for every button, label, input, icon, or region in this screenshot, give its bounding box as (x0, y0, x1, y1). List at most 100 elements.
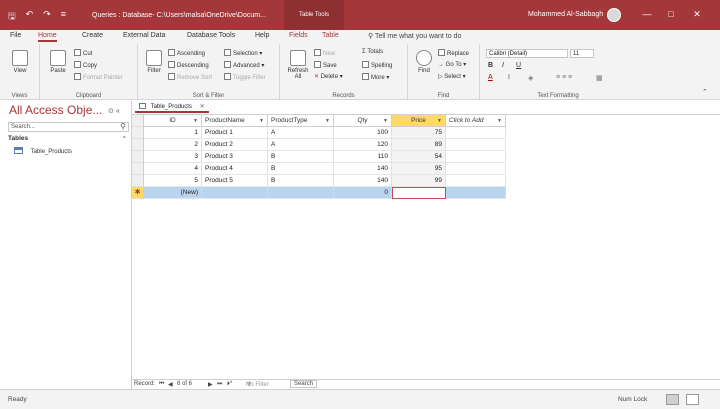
cell-qty[interactable]: 140 (334, 175, 392, 187)
save-record-button[interactable]: Save (314, 61, 337, 69)
cell-click-to-add[interactable] (446, 187, 506, 199)
cell-id[interactable]: (New) (144, 187, 202, 199)
column-header-productname[interactable]: ProductName ▼ (202, 115, 268, 127)
font-color-button[interactable]: A (488, 74, 493, 81)
tab-table[interactable]: Table (322, 32, 339, 39)
column-header-qty[interactable]: Qty ▼ (334, 115, 392, 127)
cell-productname[interactable]: Product 1 (202, 127, 268, 139)
new-record-indicator[interactable]: ✱ (132, 187, 144, 199)
cell-producttype[interactable] (268, 187, 334, 199)
collapse-section-icon[interactable]: ⌃ (122, 135, 127, 143)
tab-external-data[interactable]: External Data (123, 32, 165, 39)
delete-button[interactable]: ✕ Delete ▾ (314, 73, 343, 80)
selection-button[interactable]: Selection ▾ (224, 49, 262, 57)
chevron-down-icon[interactable]: ▼ (437, 115, 442, 126)
tab-create[interactable]: Create (82, 32, 103, 39)
nav-pane-title[interactable]: All Access Obje... (9, 103, 102, 117)
cell-productname[interactable]: Product 3 (202, 151, 268, 163)
chevron-down-icon[interactable]: ⊙ (108, 108, 114, 115)
cell-price[interactable]: 54 (392, 151, 446, 163)
redo-icon[interactable]: ↷ (43, 9, 51, 25)
tab-database-tools[interactable]: Database Tools (187, 32, 235, 39)
format-painter-button[interactable]: Format Painter (74, 73, 123, 81)
cell-click-to-add[interactable] (446, 175, 506, 187)
descending-button[interactable]: Descending (168, 61, 209, 69)
chevron-down-icon[interactable]: ▼ (497, 115, 502, 126)
cell-id[interactable]: 5 (144, 175, 202, 187)
tab-fields[interactable]: Fields (289, 32, 308, 39)
filter-button[interactable]: Filter (142, 50, 166, 74)
totals-button[interactable]: Σ Totals (362, 49, 383, 55)
tab-home[interactable]: Home (38, 32, 57, 42)
cell-producttype[interactable]: B (268, 175, 334, 187)
align-buttons[interactable]: ≡ ≡ ≡ (556, 74, 572, 81)
tell-me-box[interactable]: ⚲ Tell me what you want to do (368, 32, 461, 40)
view-button[interactable]: View (6, 50, 34, 74)
font-size-select[interactable]: 11 (570, 49, 594, 58)
column-header-price[interactable]: Price ▼ (392, 115, 446, 127)
design-view-icon[interactable] (686, 394, 699, 405)
chevron-down-icon[interactable]: ▼ (259, 115, 264, 126)
record-selector[interactable] (132, 163, 144, 175)
record-selector[interactable] (132, 151, 144, 163)
find-button[interactable]: Find (412, 50, 436, 74)
more-button[interactable]: More ▾ (362, 73, 389, 81)
toggle-filter-button[interactable]: Toggle Filter (224, 73, 266, 81)
last-record-button[interactable]: ⏭ (217, 381, 222, 388)
cell-qty[interactable]: 140 (334, 163, 392, 175)
record-selector[interactable] (132, 127, 144, 139)
bold-button[interactable]: B (488, 62, 493, 69)
cell-id[interactable]: 4 (144, 163, 202, 175)
chevron-down-icon[interactable]: ▼ (383, 115, 388, 126)
undo-icon[interactable]: ↶ (26, 9, 34, 25)
save-icon[interactable]: 🖫 (8, 9, 16, 25)
cell-productname[interactable]: Product 5 (202, 175, 268, 187)
cell-producttype[interactable]: B (268, 151, 334, 163)
column-header-producttype[interactable]: ProductType ▼ (268, 115, 334, 127)
cell-price[interactable]: 75 (392, 127, 446, 139)
tab-table-products[interactable]: Table_Products ✕ (135, 102, 209, 113)
datasheet-view-icon[interactable] (666, 394, 679, 405)
nav-search-input[interactable]: Search... ⚲ (8, 122, 129, 132)
new-record-button[interactable]: New (314, 49, 335, 57)
gridlines-button[interactable]: ▦ (596, 74, 603, 82)
cut-button[interactable]: Cut (74, 49, 92, 57)
cell-price-active[interactable] (392, 187, 446, 199)
cell-click-to-add[interactable] (446, 127, 506, 139)
minimize-button[interactable]: — (640, 9, 654, 19)
cell-price[interactable]: 95 (392, 163, 446, 175)
cell-click-to-add[interactable] (446, 163, 506, 175)
column-header-id[interactable]: ID ▼ (144, 115, 202, 127)
cell-productname[interactable]: Product 4 (202, 163, 268, 175)
underline-button[interactable]: U (516, 62, 521, 69)
cell-id[interactable]: 3 (144, 151, 202, 163)
column-header-click-to-add[interactable]: Click to Add ▼ (446, 115, 506, 127)
record-selector[interactable] (132, 139, 144, 151)
first-record-button[interactable]: ⏮ (159, 381, 164, 388)
cell-price[interactable]: 99 (392, 175, 446, 187)
select-button[interactable]: ▷ Select ▾ (438, 73, 466, 80)
cell-id[interactable]: 1 (144, 127, 202, 139)
refresh-all-button[interactable]: Refresh All (286, 50, 310, 80)
cell-producttype[interactable]: B (268, 163, 334, 175)
cell-click-to-add[interactable] (446, 139, 506, 151)
customize-qat-icon[interactable]: ≡ (61, 9, 66, 25)
cell-producttype[interactable]: A (268, 127, 334, 139)
cell-qty[interactable]: 0 (334, 187, 392, 199)
nav-item-table-products[interactable]: Table_Products (14, 147, 72, 155)
tab-help[interactable]: Help (255, 32, 269, 39)
cell-productname[interactable]: Product 2 (202, 139, 268, 151)
copy-button[interactable]: Copy (74, 61, 97, 69)
record-search-input[interactable]: Search (290, 380, 318, 388)
nav-section-tables[interactable]: Tables ⌃ (8, 135, 129, 143)
highlight-button[interactable]: ℓ (508, 74, 510, 81)
background-color-button[interactable]: ◈ (528, 74, 533, 82)
previous-record-button[interactable]: ◀ (168, 381, 173, 388)
replace-button[interactable]: Replace (438, 49, 469, 57)
ascending-button[interactable]: Ascending (168, 49, 205, 57)
collapse-ribbon-icon[interactable]: ⌃ (702, 88, 708, 96)
chevron-down-icon[interactable]: ▼ (193, 115, 198, 126)
collapse-pane-icon[interactable]: « (116, 108, 120, 115)
goto-button[interactable]: → Go To ▾ (438, 61, 466, 68)
next-record-button[interactable]: ▶ (208, 381, 213, 388)
